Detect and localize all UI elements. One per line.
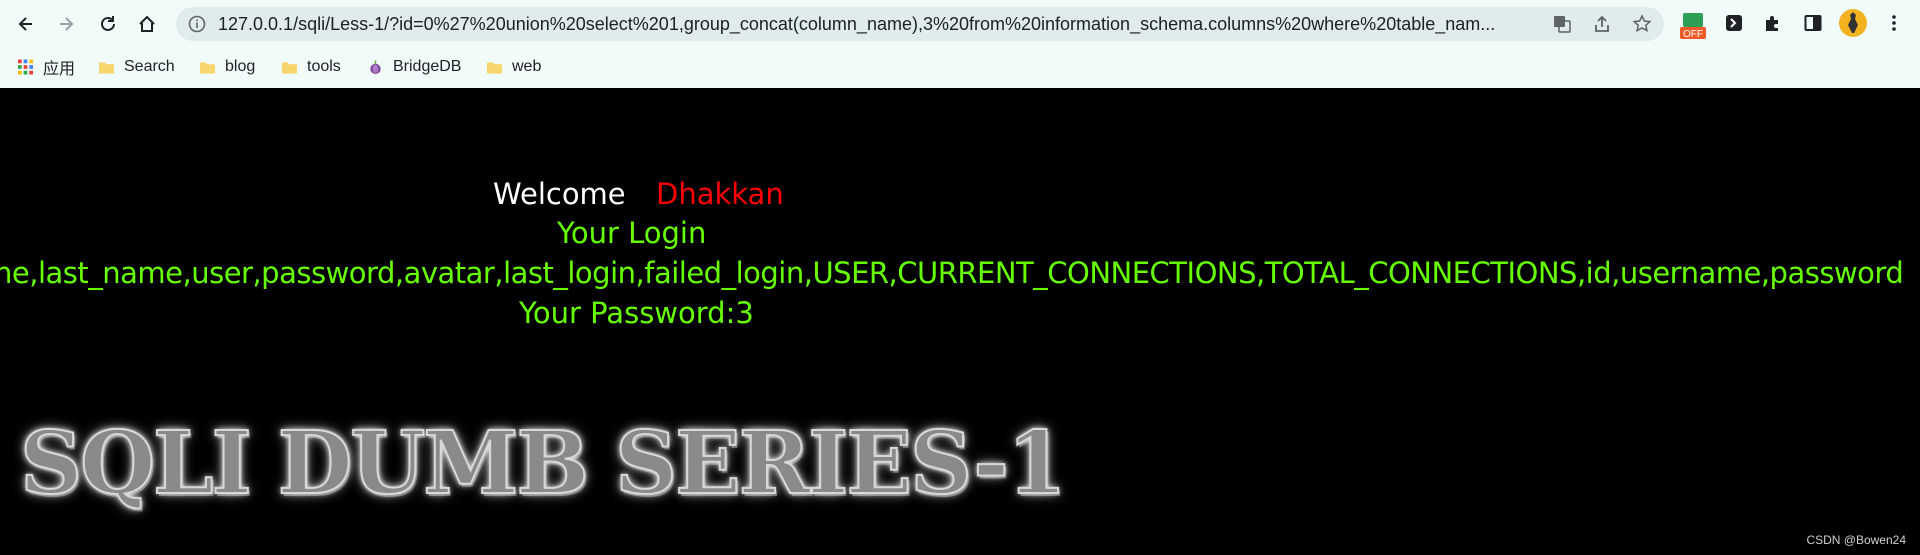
extension-badge-text: OFF <box>1683 29 1703 40</box>
bookmark-web[interactable]: web <box>487 54 541 80</box>
bookmark-label: 应用 <box>43 61 76 78</box>
back-arrow-icon <box>18 17 32 31</box>
bookmark-tools[interactable]: tools <box>282 54 341 80</box>
bookmark-bridgedb[interactable]: BridgeDB <box>368 54 461 80</box>
series-banner: SQLI DUMB SERIES-1 <box>19 412 1068 515</box>
browser-chrome: 127.0.0.1/sqli/Less-1/?id=0%27%20union%2… <box>0 0 1920 89</box>
username-text: Dhakkan <box>656 177 784 211</box>
url-text[interactable]: 127.0.0.1/sqli/Less-1/?id=0%27%20union%2… <box>218 7 1538 41</box>
folder-icon <box>282 62 297 74</box>
home-icon <box>139 15 155 32</box>
apps-grid-icon <box>18 59 33 75</box>
bookmark-label: blog <box>225 58 256 75</box>
forward-arrow-icon <box>60 17 74 31</box>
page-content: Welcome Dhakkan Your Login ne,last_name,… <box>0 88 1920 555</box>
bookmark-apps[interactable]: 应用 <box>18 54 75 80</box>
bookmark-star-icon[interactable] <box>1632 14 1652 34</box>
bookmark-label: web <box>512 58 542 75</box>
folder-icon <box>200 62 215 74</box>
browser-toolbar: 127.0.0.1/sqli/Less-1/?id=0%27%20union%2… <box>0 0 1920 48</box>
bookmarks-bar: 应用 Search blog tools BridgeDB web <box>0 52 1920 82</box>
bookmark-label: BridgeDB <box>393 58 462 75</box>
back-button[interactable] <box>10 8 42 40</box>
folder-icon <box>487 62 502 74</box>
reload-icon <box>101 16 115 31</box>
folder-icon <box>99 62 114 74</box>
onion-icon <box>370 60 381 75</box>
share-icon[interactable] <box>1592 14 1612 34</box>
address-bar[interactable]: 127.0.0.1/sqli/Less-1/?id=0%27%20union%2… <box>176 7 1664 41</box>
profile-avatar[interactable] <box>1838 8 1868 38</box>
extensions-puzzle-icon[interactable] <box>1760 10 1786 36</box>
login-value: ne,last_name,user,password,avatar,last_l… <box>0 256 1904 290</box>
site-info-icon[interactable] <box>188 15 206 33</box>
home-button[interactable] <box>131 8 163 40</box>
browser-menu-icon[interactable] <box>1881 10 1907 36</box>
bookmark-blog[interactable]: blog <box>200 54 255 80</box>
password-label: Your Password:3 <box>519 296 754 330</box>
translate-icon[interactable] <box>1552 14 1572 34</box>
bookmark-search[interactable]: Search <box>99 54 175 80</box>
watermark: CSDN @Bowen24 <box>1806 533 1906 547</box>
bookmark-label: Search <box>124 58 175 75</box>
reload-button[interactable] <box>92 8 124 40</box>
side-panel-icon[interactable] <box>1800 10 1826 36</box>
terminal-extension-icon[interactable] <box>1721 10 1747 36</box>
welcome-text: Welcome <box>493 177 626 211</box>
bookmark-label: tools <box>307 58 341 75</box>
extension-switch-icon[interactable]: OFF <box>1679 12 1707 40</box>
login-label: Your Login <box>557 216 707 250</box>
forward-button[interactable] <box>50 8 82 40</box>
